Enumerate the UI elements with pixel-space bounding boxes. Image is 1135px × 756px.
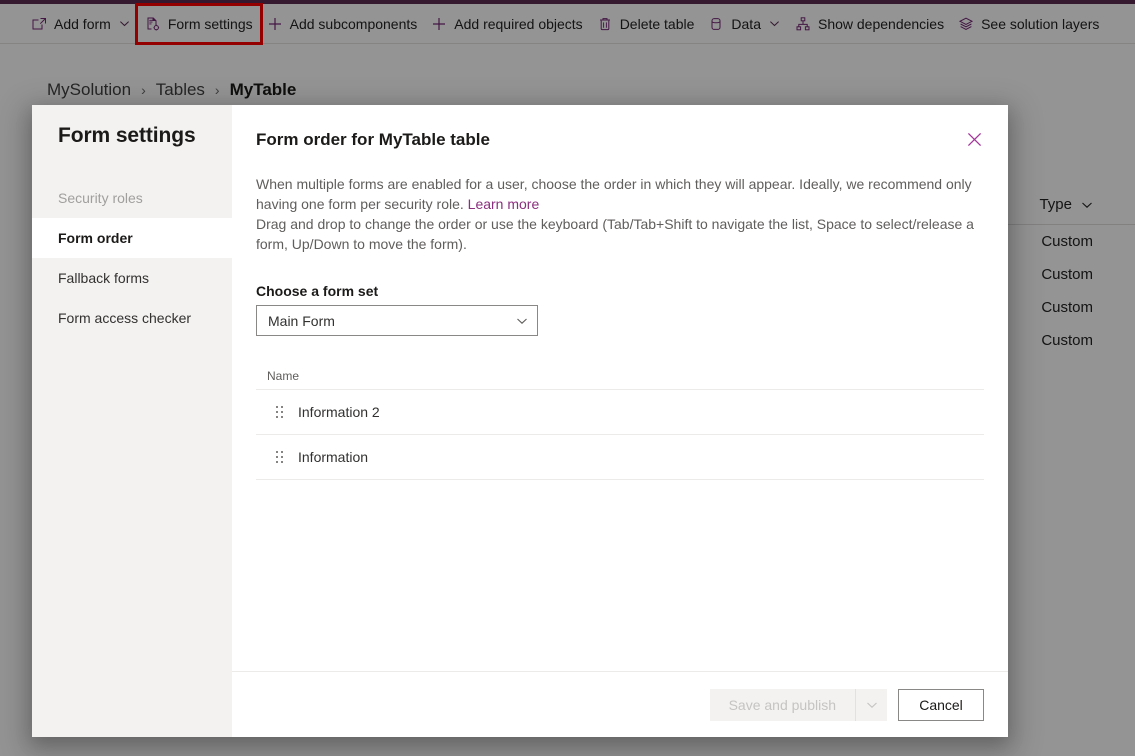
list-item-label: Information (298, 449, 369, 465)
dialog-title: Form order for MyTable table (256, 130, 490, 149)
list-item-label: Information 2 (298, 404, 380, 420)
save-and-publish-split-button: Save and publish (709, 688, 887, 721)
dialog-footer: Save and publish Cancel (232, 671, 1008, 737)
nav-item-fallback-forms[interactable]: Fallback forms (32, 258, 232, 298)
dialog-description-part2: Drag and drop to change the order or use… (256, 216, 974, 252)
chevron-down-icon (855, 688, 887, 721)
form-list-column-header-name: Name (256, 362, 984, 390)
dialog-header: Form order for MyTable table (256, 105, 984, 153)
chevron-down-icon[interactable] (516, 315, 528, 327)
close-icon[interactable] (960, 125, 988, 153)
dialog-main: Form order for MyTable table When multip… (232, 105, 1008, 737)
list-item[interactable]: Information (256, 435, 984, 480)
form-set-dropdown-value: Main Form (268, 312, 335, 329)
nav-item-form-order[interactable]: Form order (32, 218, 232, 258)
dialog-nav-title: Form settings (58, 124, 196, 147)
dialog-nav: Form settings Security roles Form order … (32, 105, 232, 737)
form-set-dropdown[interactable]: Main Form (256, 305, 538, 336)
list-item[interactable]: Information 2 (256, 390, 984, 435)
form-settings-dialog: Form settings Security roles Form order … (32, 105, 1008, 737)
drag-handle-icon[interactable] (276, 450, 284, 464)
dialog-description-part1: When multiple forms are enabled for a us… (256, 176, 972, 212)
cancel-button[interactable]: Cancel (898, 688, 984, 721)
drag-handle-icon[interactable] (276, 405, 284, 419)
dialog-description: When multiple forms are enabled for a us… (256, 174, 980, 254)
nav-item-label: Fallback forms (58, 270, 150, 286)
nav-item-form-access-checker[interactable]: Form access checker (32, 298, 232, 338)
learn-more-link[interactable]: Learn more (468, 196, 540, 212)
form-list-column-header-label: Name (267, 368, 300, 383)
form-set-label: Choose a form set (256, 283, 379, 299)
nav-item-security-roles: Security roles (32, 178, 232, 218)
nav-item-label: Security roles (58, 190, 143, 206)
nav-item-label: Form access checker (58, 310, 192, 326)
form-order-list: Name Information 2 Information (256, 362, 984, 671)
save-and-publish-button: Save and publish (728, 696, 836, 713)
nav-item-label: Form order (58, 230, 133, 246)
